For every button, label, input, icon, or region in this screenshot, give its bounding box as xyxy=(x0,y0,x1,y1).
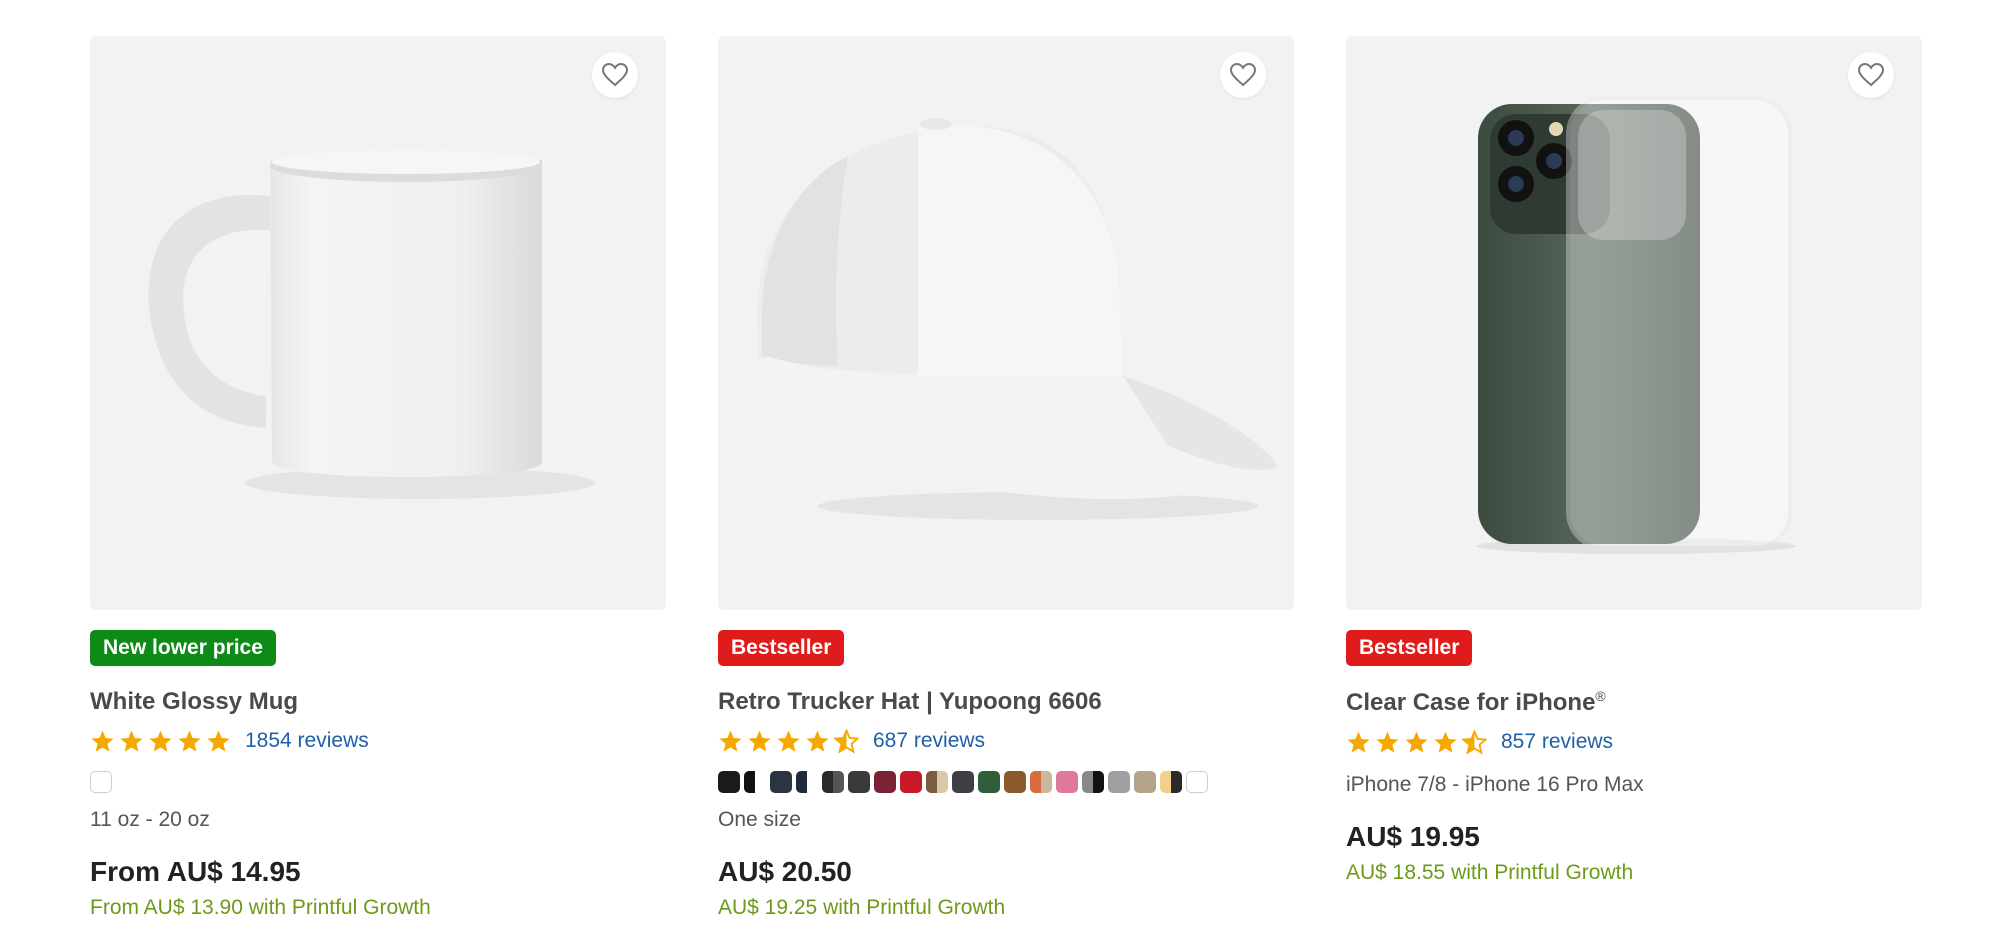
color-swatch[interactable] xyxy=(744,771,766,793)
rating: 687 reviews xyxy=(718,726,1294,756)
star-full-icon xyxy=(719,730,742,752)
white-mug-image xyxy=(148,150,595,499)
iphone-clear-case-image xyxy=(1476,96,1796,554)
color-swatch[interactable] xyxy=(1134,771,1156,793)
rating-stars xyxy=(718,728,859,754)
color-swatch[interactable] xyxy=(900,771,922,793)
color-swatches xyxy=(90,770,666,794)
heart-icon xyxy=(602,63,628,87)
color-swatch[interactable] xyxy=(926,771,948,793)
growth-price: From AU$ 13.90 with Printful Growth xyxy=(90,896,431,919)
color-swatch[interactable] xyxy=(1004,771,1026,793)
badge-bestseller: Bestseller xyxy=(718,630,845,666)
star-full-icon xyxy=(748,730,771,752)
star-full-icon xyxy=(91,730,114,752)
color-swatch[interactable] xyxy=(1082,771,1104,793)
badge-new-lower-price: New lower price xyxy=(90,630,276,666)
product-price: From AU$ 14.95 xyxy=(90,856,301,887)
color-swatch[interactable] xyxy=(848,771,870,793)
star-full-icon xyxy=(207,730,230,752)
rating: 1854 reviews xyxy=(90,726,666,756)
product-title[interactable]: White Glossy Mug xyxy=(90,688,666,716)
product-price: AU$ 20.50 xyxy=(718,856,852,887)
color-swatch[interactable] xyxy=(1108,771,1130,793)
color-swatch[interactable] xyxy=(718,771,740,793)
reviews-link[interactable]: 1854 reviews xyxy=(245,729,369,753)
star-full-icon xyxy=(178,730,201,752)
product-card[interactable]: Bestseller Retro Trucker Hat | Yupoong 6… xyxy=(718,36,1294,920)
product-grid: New lower price White Glossy Mug 1854 re… xyxy=(0,0,2000,950)
rating-stars xyxy=(90,729,231,754)
rating: 857 reviews xyxy=(1346,727,1922,757)
color-swatch[interactable] xyxy=(952,771,974,793)
reviews-link[interactable]: 687 reviews xyxy=(873,729,985,753)
product-image[interactable] xyxy=(718,36,1294,610)
reviews-link[interactable]: 857 reviews xyxy=(1501,730,1613,754)
color-swatch[interactable] xyxy=(874,771,896,793)
product-image[interactable] xyxy=(1346,36,1922,610)
product-title[interactable]: Retro Trucker Hat | Yupoong 6606 xyxy=(718,688,1294,716)
color-swatch[interactable] xyxy=(1030,771,1052,793)
star-half-icon xyxy=(1462,729,1487,755)
color-swatches xyxy=(718,770,1294,794)
color-swatch[interactable] xyxy=(978,771,1000,793)
product-image[interactable] xyxy=(90,36,666,610)
favorite-button[interactable] xyxy=(1848,52,1894,98)
star-full-icon xyxy=(1376,731,1399,753)
product-card[interactable]: New lower price White Glossy Mug 1854 re… xyxy=(90,36,666,920)
favorite-button[interactable] xyxy=(1220,52,1266,98)
product-price: AU$ 19.95 xyxy=(1346,821,1480,852)
heart-icon xyxy=(1230,63,1256,87)
star-full-icon xyxy=(1347,731,1370,753)
variant-range: 11 oz - 20 oz xyxy=(90,808,210,831)
color-swatch[interactable] xyxy=(1160,771,1182,793)
color-swatch[interactable] xyxy=(796,771,818,793)
star-full-icon xyxy=(1405,731,1428,753)
color-swatch[interactable] xyxy=(770,771,792,793)
variant-range: One size xyxy=(718,808,801,831)
color-swatch[interactable] xyxy=(822,771,844,793)
growth-price: AU$ 18.55 with Printful Growth xyxy=(1346,861,1634,884)
heart-icon xyxy=(1858,63,1884,87)
color-swatch[interactable] xyxy=(1056,771,1078,793)
registered-mark: ® xyxy=(1595,688,1606,704)
color-swatch-white[interactable] xyxy=(90,771,112,793)
star-full-icon xyxy=(1434,731,1457,753)
product-title[interactable]: Clear Case for iPhone® xyxy=(1346,688,1922,717)
star-full-icon xyxy=(120,730,143,752)
star-full-icon xyxy=(149,730,172,752)
product-card[interactable]: Bestseller Clear Case for iPhone® 857 re… xyxy=(1346,36,1922,885)
variant-range: iPhone 7/8 - iPhone 16 Pro Max xyxy=(1346,773,1644,796)
favorite-button[interactable] xyxy=(592,52,638,98)
rating-stars xyxy=(1346,729,1487,755)
star-half-icon xyxy=(834,728,859,754)
trucker-hat-image xyxy=(756,118,1278,520)
growth-price: AU$ 19.25 with Printful Growth xyxy=(718,896,1006,919)
star-full-icon xyxy=(777,730,800,752)
star-full-icon xyxy=(806,730,829,752)
badge-bestseller: Bestseller xyxy=(1346,630,1473,666)
color-swatch[interactable] xyxy=(1186,771,1208,793)
